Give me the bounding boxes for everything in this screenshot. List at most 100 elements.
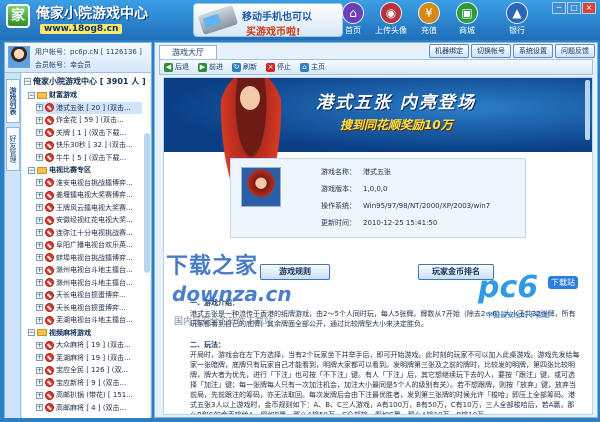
- collapse-icon[interactable]: −: [28, 166, 35, 174]
- tree-row-label: 牛牛 [ 5 ] (双击下载...: [56, 153, 127, 162]
- tree-row-label: 电视比赛专区: [49, 166, 91, 174]
- expand-icon[interactable]: +: [36, 304, 43, 311]
- expand-icon[interactable]: +: [36, 241, 43, 249]
- tree-game-item[interactable]: + 关牌 [ 1 ] (双击下载...: [36, 127, 142, 139]
- not-installed-icon: [45, 265, 54, 275]
- info-os: 操作系统： Win95/97/98/NT/2000/XP/2003/win7: [321, 202, 491, 210]
- tree-root[interactable]: − 俺家小院游戏中心 [ 3901 人 ]: [24, 76, 146, 87]
- homepage-button[interactable]: ⌂ 主页: [300, 62, 325, 73]
- expand-icon[interactable]: +: [36, 191, 43, 199]
- minimize-button[interactable]: ─: [552, 2, 566, 14]
- expand-icon[interactable]: +: [36, 104, 43, 111]
- nav-recharge-button[interactable]: ¥ 充值: [412, 2, 446, 38]
- tree-game-item[interactable]: + 王牌风云擂电视大奖赛...: [36, 202, 142, 214]
- tree-game-item[interactable]: + 姜堰擂电视大奖赛博弈...: [36, 189, 142, 201]
- tree-game-item[interactable]: + 高邮扒锅 (带花) [ 151...: [36, 389, 142, 401]
- tree-game-item[interactable]: + 安徽经视红花电视大奖...: [36, 214, 142, 226]
- tree-game-item[interactable]: + 快乐30秒 [ 32 ] (双击...: [36, 139, 142, 151]
- camera-icon: ◉: [380, 2, 402, 24]
- tree-game-item[interactable]: + 芜湖电视台斗地主擂台...: [36, 314, 142, 326]
- rules-howto-text: 开局时，游戏会在左下方选择，当有2个玩家坐下并举手后，即可开始游戏。此时刻的玩家…: [190, 351, 580, 415]
- expand-icon[interactable]: +: [36, 216, 43, 224]
- switch-account-button[interactable]: 切换帐号: [471, 44, 511, 58]
- tree-game-item[interactable]: + 芜湖麻将 [ 19 ] (双击...: [36, 352, 142, 364]
- expand-icon[interactable]: +: [36, 291, 43, 299]
- tree-game-item[interactable]: + 高邮麻将 [ 4 ] (双击...: [36, 402, 142, 414]
- back-button[interactable]: ◀ 后退: [164, 62, 189, 73]
- tab-game-hall[interactable]: 游戏大厅: [159, 45, 217, 59]
- maximize-button[interactable]: □: [567, 2, 581, 14]
- tree-game-item[interactable]: + 宝应新将 [ 9 ] (双击...: [36, 377, 142, 389]
- forward-button[interactable]: ▶ 前进: [198, 62, 223, 73]
- tree-game-item[interactable]: + 天长电视台掼蛋博弈...: [36, 289, 142, 301]
- not-installed-icon: [45, 103, 54, 112]
- tree-game-item[interactable]: + 淮安电视台挑战擂博弈...: [36, 177, 142, 189]
- tree-game-item[interactable]: + 蚌埠电视台挑战擂博弈...: [36, 252, 142, 264]
- expand-icon[interactable]: +: [36, 391, 43, 399]
- not-installed-icon: [45, 378, 54, 387]
- tree-game-item[interactable]: + 天长电视台掼蛋博弈...: [36, 302, 142, 314]
- avatar[interactable]: [8, 46, 30, 68]
- tree-game-item[interactable]: + 阜阳广播电视台欢乐英...: [36, 239, 142, 251]
- expand-icon[interactable]: +: [36, 129, 43, 136]
- expand-icon[interactable]: +: [36, 404, 43, 411]
- expand-icon[interactable]: +: [36, 254, 43, 261]
- not-installed-icon: [45, 353, 54, 362]
- game-rules-button[interactable]: 游戏规则: [260, 264, 330, 280]
- not-installed-icon: [45, 140, 54, 150]
- tree-category[interactable]: − 电视比赛专区: [28, 164, 142, 176]
- expand-icon[interactable]: +: [36, 141, 43, 149]
- collapse-icon[interactable]: −: [24, 78, 31, 85]
- feedback-button[interactable]: 问题反馈: [555, 44, 595, 58]
- tree-row-label: 阜阳广播电视台欢乐英...: [56, 241, 133, 249]
- expand-icon[interactable]: +: [36, 204, 43, 211]
- not-installed-icon: [45, 253, 54, 262]
- tree-game-item[interactable]: + 牛牛 [ 5 ] (双击下载...: [36, 152, 142, 164]
- tree-game-item[interactable]: + 炸金花 [ 59 ] (双击...: [36, 114, 142, 126]
- not-installed-icon: [45, 240, 54, 250]
- expand-icon[interactable]: +: [36, 266, 43, 274]
- page-scrollbar[interactable]: [585, 80, 590, 140]
- expand-icon[interactable]: +: [36, 116, 43, 124]
- tab-game-list[interactable]: 游戏列表: [6, 79, 20, 123]
- mobile-promo-banner[interactable]: 移动手机也可以 买游戏币啦!: [193, 3, 343, 38]
- promo-line-1: 移动手机也可以: [242, 12, 312, 23]
- expand-icon[interactable]: +: [36, 379, 43, 386]
- refresh-button[interactable]: ↻ 刷新: [232, 62, 257, 73]
- expand-icon[interactable]: +: [36, 316, 43, 324]
- browser-toolbar: ◀ 后退 ▶ 前进 ↻ 刷新 × 停止 ⌂ 主页: [159, 59, 593, 75]
- tab-friend-manage[interactable]: 好友管理: [6, 127, 20, 171]
- tree-game-item[interactable]: + 宝应全民 [ 126 ] (双...: [36, 364, 142, 376]
- expand-icon[interactable]: +: [36, 179, 43, 186]
- tree-category[interactable]: − 视频麻将游戏: [28, 327, 142, 339]
- tree-category[interactable]: − 财富游戏: [28, 89, 142, 101]
- machine-bind-button[interactable]: 机器绑定: [429, 44, 469, 58]
- collapse-icon[interactable]: −: [28, 329, 35, 336]
- nav-store-button[interactable]: ▣ 商城: [450, 2, 484, 38]
- stop-button[interactable]: × 停止: [266, 62, 291, 73]
- expand-icon[interactable]: +: [36, 279, 43, 286]
- expand-icon[interactable]: +: [36, 229, 43, 236]
- nav-bank-button[interactable]: ▲ 银行: [500, 2, 534, 38]
- nav-upload-avatar-button[interactable]: ◉ 上传头像: [374, 2, 408, 38]
- tree-row-label: 宝应新将 [ 9 ] (双击...: [56, 378, 127, 387]
- expand-icon[interactable]: +: [36, 354, 43, 361]
- tree-game-item[interactable]: + 港式五张 [ 20 ] (双击...: [36, 101, 142, 114]
- tree-game-item[interactable]: + 滁州电视台斗地主擂台...: [36, 277, 142, 289]
- tree-game-item[interactable]: + 连弥江十分电视挑战赛...: [36, 227, 142, 239]
- coin-icon: ¥: [418, 2, 440, 24]
- collapse-icon[interactable]: −: [28, 91, 35, 99]
- folder-icon: [37, 91, 47, 99]
- home-icon: ⌂: [300, 62, 309, 72]
- tree-row-label: 视频麻将游戏: [49, 328, 91, 337]
- tree-row-label: 财富游戏: [49, 91, 77, 99]
- tree-game-item[interactable]: + 大众麻将 [ 19 ] (双击...: [36, 339, 142, 351]
- nav-home-button[interactable]: ⌂ 首页: [336, 2, 370, 38]
- expand-icon[interactable]: +: [36, 366, 43, 374]
- system-settings-button[interactable]: 系统设置: [513, 44, 553, 58]
- expand-icon[interactable]: +: [36, 341, 43, 349]
- close-button[interactable]: ×: [582, 2, 596, 14]
- expand-icon[interactable]: +: [36, 154, 43, 161]
- tree-scrollbar[interactable]: [144, 133, 150, 273]
- tree-game-item[interactable]: + 滁州电视台斗地主擂台...: [36, 264, 142, 276]
